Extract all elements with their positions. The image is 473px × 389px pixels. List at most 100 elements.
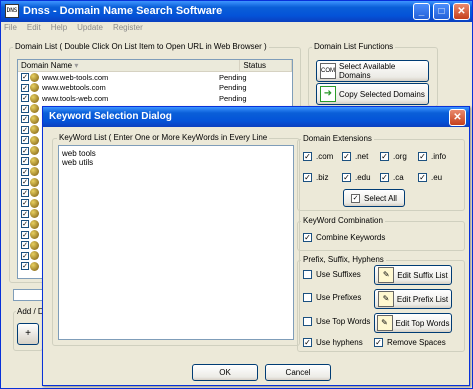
dialog-close-button[interactable]: ✕ [449, 109, 466, 126]
use-suffixes-checkbox[interactable]: Use Suffixes [303, 270, 361, 279]
row-checkbox[interactable]: ✓ [21, 94, 29, 103]
ok-button[interactable]: OK [192, 364, 258, 381]
menu-edit[interactable]: Edit [27, 22, 41, 34]
globe-icon [30, 104, 39, 114]
combine-label: Combine Keywords [316, 233, 386, 242]
use-suffixes-box [303, 270, 312, 279]
row-checkbox[interactable]: ✓ [21, 188, 29, 197]
menu-register[interactable]: Register [113, 22, 143, 34]
menu-bar: File Edit Help Update Register [1, 22, 472, 34]
row-checkbox[interactable]: ✓ [21, 262, 29, 271]
row-checkbox[interactable]: ✓ [21, 136, 29, 145]
edit-prefix-list-button[interactable]: ✎ Edit Prefix List [374, 289, 452, 309]
globe-icon [30, 93, 39, 103]
extension-checkbox[interactable]: ✓ .com [303, 152, 333, 161]
globe-icon [30, 209, 39, 219]
pencil-icon: ✎ [377, 291, 394, 307]
row-domain: www.tools-web.com [42, 93, 109, 103]
extension-check-icon: ✓ [303, 152, 312, 161]
select-available-label: Select Available Domains [339, 62, 396, 80]
cancel-button[interactable]: Cancel [265, 364, 331, 381]
add-label: Add / D [16, 307, 45, 316]
globe-icon [30, 72, 39, 82]
combine-keywords-checkbox[interactable]: ✓ Combine Keywords [303, 233, 385, 242]
extension-checkbox[interactable]: ✓ .edu [342, 173, 371, 182]
extension-check-icon: ✓ [380, 173, 389, 182]
copy-selected-domains-button[interactable]: ➜ Copy Selected Domains [316, 83, 429, 105]
edit-top-words-button[interactable]: ✎ Edit Top Words [374, 313, 452, 333]
row-checkbox[interactable]: ✓ [21, 83, 29, 92]
menu-help[interactable]: Help [51, 22, 67, 34]
select-available-domains-button[interactable]: COM Select Available Domains [316, 60, 429, 82]
row-checkbox[interactable]: ✓ [21, 115, 29, 124]
table-row[interactable]: ✓ www.webtools.com Pending [18, 83, 292, 94]
main-titlebar[interactable]: DNS Dnss - Domain Name Search Software _… [1, 1, 472, 22]
add-icon[interactable]: + [17, 323, 39, 345]
row-checkbox[interactable]: ✓ [21, 125, 29, 134]
row-checkbox[interactable]: ✓ [21, 199, 29, 208]
dialog-titlebar[interactable]: Keyword Selection Dialog ✕ [43, 107, 469, 127]
row-checkbox[interactable]: ✓ [21, 73, 29, 82]
globe-icon [30, 135, 39, 145]
edit-suffix-list-button[interactable]: ✎ Edit Suffix List [374, 265, 452, 285]
extension-checkbox[interactable]: ✓ .info [418, 152, 446, 161]
minimize-button[interactable]: _ [413, 3, 430, 20]
maximize-button[interactable]: □ [433, 3, 450, 20]
window-title: Dnss - Domain Name Search Software [23, 5, 223, 17]
row-checkbox[interactable]: ✓ [21, 220, 29, 229]
row-checkbox[interactable]: ✓ [21, 209, 29, 218]
extension-check-icon: ✓ [303, 173, 312, 182]
row-checkbox[interactable]: ✓ [21, 241, 29, 250]
globe-icon [30, 83, 39, 93]
extension-checkbox[interactable]: ✓ .org [380, 152, 407, 161]
row-checkbox[interactable]: ✓ [21, 251, 29, 260]
extension-check-icon: ✓ [342, 173, 351, 182]
select-all-button[interactable]: ✓ Select All [343, 189, 405, 207]
globe-icon [30, 219, 39, 229]
row-checkbox[interactable]: ✓ [21, 104, 29, 113]
extension-checkbox[interactable]: ✓ .net [342, 152, 368, 161]
edit-top-words-label: Edit Top Words [395, 318, 450, 328]
use-hyphens-label: Use hyphens [316, 338, 363, 347]
green-arrow-icon: ➜ [320, 86, 336, 102]
extension-label: .ca [393, 173, 404, 182]
extension-check-icon: ✓ [380, 152, 389, 161]
globe-icon [30, 240, 39, 250]
use-hyphens-check-icon: ✓ [303, 338, 312, 347]
globe-icon [30, 146, 39, 156]
row-checkbox[interactable]: ✓ [21, 157, 29, 166]
table-row[interactable]: ✓ www.web-tools.com Pending [18, 72, 292, 83]
extension-checkbox[interactable]: ✓ .eu [418, 173, 442, 182]
keyword-textarea[interactable]: web tools web utils [58, 145, 294, 340]
extension-checkbox[interactable]: ✓ .ca [380, 173, 404, 182]
globe-icon [30, 177, 39, 187]
dialog-title: Keyword Selection Dialog [49, 111, 172, 122]
row-checkbox[interactable]: ✓ [21, 146, 29, 155]
extension-check-icon: ✓ [418, 173, 427, 182]
globe-icon [30, 198, 39, 208]
combine-check-icon: ✓ [303, 233, 312, 242]
row-checkbox[interactable]: ✓ [21, 178, 29, 187]
close-button[interactable]: ✕ [453, 3, 470, 20]
globe-icon [30, 188, 39, 198]
row-checkbox[interactable]: ✓ [21, 167, 29, 176]
use-top-words-checkbox[interactable]: Use Top Words [303, 317, 370, 326]
row-checkbox[interactable]: ✓ [21, 230, 29, 239]
extension-checkbox[interactable]: ✓ .biz [303, 173, 328, 182]
remove-spaces-check-icon: ✓ [374, 338, 383, 347]
menu-update[interactable]: Update [77, 22, 103, 34]
keyword-selection-dialog: Keyword Selection Dialog ✕ KeyWord List … [42, 106, 470, 386]
globe-icon [30, 125, 39, 135]
column-domain-name[interactable]: Domain Name ▾ [18, 60, 241, 71]
use-hyphens-checkbox[interactable]: ✓ Use hyphens [303, 338, 363, 347]
table-row[interactable]: ✓ www.tools-web.com Pending [18, 93, 292, 104]
extension-label: .edu [355, 173, 371, 182]
globe-icon [30, 230, 39, 240]
prefix-suffix-label: Prefix, Suffix, Hyphens [301, 255, 386, 264]
remove-spaces-label: Remove Spaces [387, 338, 446, 347]
column-status[interactable]: Status [240, 60, 292, 71]
menu-file[interactable]: File [4, 22, 17, 34]
remove-spaces-checkbox[interactable]: ✓ Remove Spaces [374, 338, 446, 347]
use-prefixes-checkbox[interactable]: Use Prefixes [303, 293, 361, 302]
extension-label: .net [355, 152, 369, 161]
